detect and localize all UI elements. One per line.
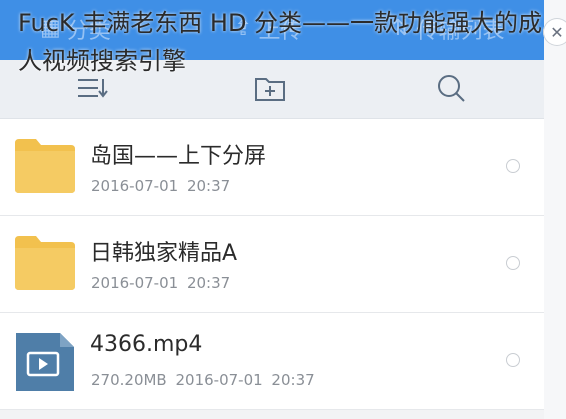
select-radio[interactable]: [506, 256, 520, 270]
close-icon: ✕: [550, 22, 564, 42]
overlay-title: FucK 丰满老东西 HD 分类——一款功能强大的成人视频搜索引擎: [18, 9, 543, 75]
file-meta: 270.20MB 2016-07-01 20:37: [91, 371, 315, 389]
file-name: 岛国——上下分屏: [90, 144, 267, 169]
select-radio[interactable]: [506, 159, 520, 173]
select-radio[interactable]: [506, 353, 520, 367]
folder-icon: [14, 234, 76, 292]
file-name: 日韩独家精品A: [90, 241, 238, 266]
list-item[interactable]: 岛国——上下分屏 2016-07-01 20:37: [0, 119, 544, 216]
file-list: 岛国——上下分屏 2016-07-01 20:37 日韩独家精品A 2016-0…: [0, 119, 544, 410]
file-meta: 2016-07-01 20:37: [91, 274, 231, 292]
list-item[interactable]: 4366.mp4 270.20MB 2016-07-01 20:37: [0, 313, 544, 410]
file-name: 4366.mp4: [90, 332, 203, 357]
close-button[interactable]: ✕: [543, 18, 566, 46]
video-file-icon: [14, 331, 76, 391]
folder-icon: [14, 137, 76, 195]
file-meta: 2016-07-01 20:37: [91, 177, 231, 195]
list-item[interactable]: 日韩独家精品A 2016-07-01 20:37: [0, 216, 544, 313]
